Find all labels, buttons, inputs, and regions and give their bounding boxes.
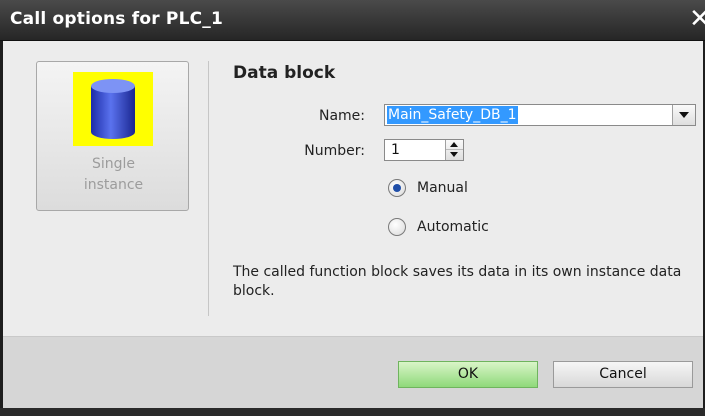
spin-up-icon[interactable] <box>446 140 463 150</box>
card-label-line1: Single <box>91 156 136 172</box>
card-label-line2: instance <box>83 177 144 193</box>
name-value[interactable]: Main_Safety_DB_1 <box>387 106 518 124</box>
card-label: Single instance <box>37 154 190 196</box>
cancel-button[interactable]: Cancel <box>553 361 693 388</box>
database-cylinder-icon <box>73 72 153 146</box>
name-label: Name: <box>318 108 365 124</box>
close-icon[interactable]: ✕ <box>689 4 705 34</box>
ok-button[interactable]: OK <box>398 361 538 388</box>
radio-manual[interactable] <box>388 179 406 197</box>
dialog-body: Single instance Data block Name: Main_Sa… <box>3 41 703 336</box>
title-bar[interactable]: Call options for PLC_1 ✕ <box>0 0 705 41</box>
spinner-buttons <box>445 140 463 160</box>
chevron-down-icon[interactable] <box>672 105 695 125</box>
name-combobox[interactable]: Main_Safety_DB_1 <box>384 104 696 126</box>
vertical-divider <box>208 61 209 316</box>
radio-manual-label[interactable]: Manual <box>417 180 468 196</box>
bottom-border <box>0 408 705 416</box>
radio-selected-dot <box>393 184 401 192</box>
spin-down-icon[interactable] <box>446 150 463 160</box>
cylinder-graphic <box>91 79 135 139</box>
number-spinbox[interactable]: 1 <box>384 139 464 161</box>
number-label: Number: <box>304 143 365 159</box>
dialog-title: Call options for PLC_1 <box>10 9 224 29</box>
single-instance-card[interactable]: Single instance <box>36 61 189 211</box>
data-block-heading: Data block <box>233 63 336 83</box>
radio-automatic-label[interactable]: Automatic <box>417 219 489 235</box>
description-text: The called function block saves its data… <box>233 264 682 299</box>
number-value[interactable]: 1 <box>391 142 400 158</box>
radio-automatic[interactable] <box>388 218 406 236</box>
call-options-dialog: Call options for PLC_1 ✕ Single instance… <box>0 0 705 416</box>
